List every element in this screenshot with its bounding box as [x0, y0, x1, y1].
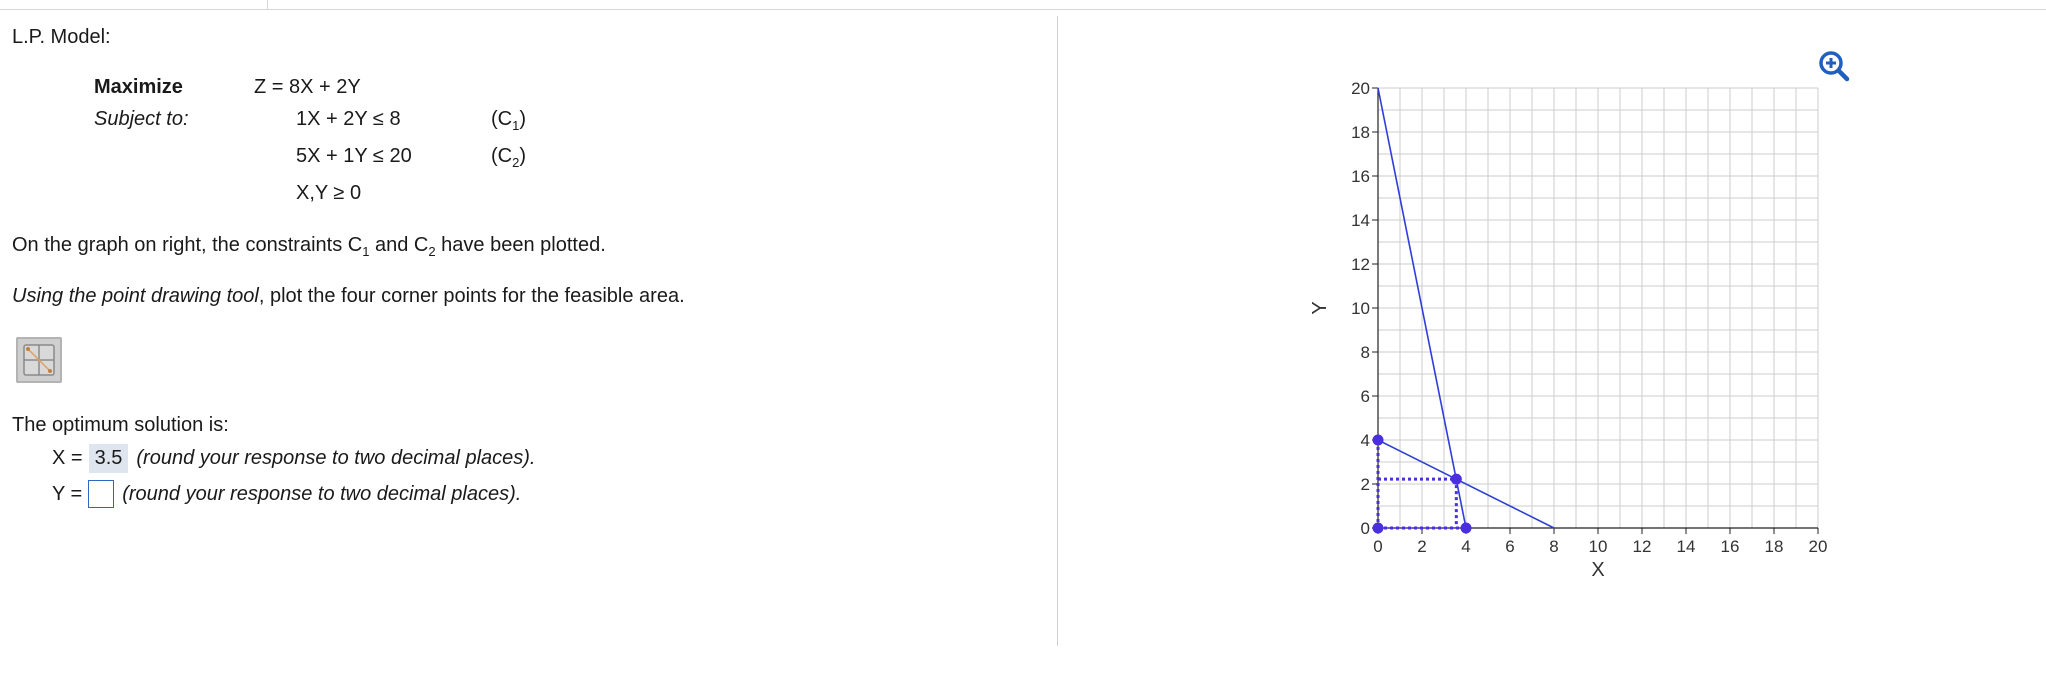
answer-row-x: X = 3.5 (round your response to two deci… [52, 444, 535, 473]
instruction-text: have been plotted. [435, 234, 606, 256]
instruction-text: , plot the four corner points for the fe… [258, 285, 685, 307]
instruction-constraints: On the graph on right, the constraints C… [12, 234, 606, 259]
constraint-tag-close: ) [519, 145, 527, 167]
maximize-label: Maximize [94, 76, 183, 98]
objective-function: Z = 8X + 2Y [254, 76, 361, 98]
zoom-in-button[interactable] [1818, 50, 1850, 82]
x-tick-label: 6 [1505, 537, 1514, 556]
point-drawing-tool-button[interactable] [16, 337, 62, 383]
answer-row-y: Y = (round your response to two decimal … [52, 480, 521, 508]
y-tick-label: 6 [1361, 387, 1370, 406]
y-tick-label: 12 [1351, 255, 1370, 274]
lp-model: Maximize Subject to: Z = 8X + 2Y 1X + 2Y… [94, 76, 594, 216]
x-tick-label: 18 [1765, 537, 1784, 556]
subject-to-label: Subject to: [94, 108, 189, 130]
y-label: Y = [52, 482, 83, 505]
optimum-intro: The optimum solution is: [12, 414, 229, 436]
nonnegativity-constraint: X,Y ≥ 0 [296, 182, 362, 204]
x-tick-label: 8 [1549, 537, 1558, 556]
x-axis-label: X [1591, 559, 1604, 581]
model-heading: L.P. Model: [12, 26, 111, 48]
y-tick-label: 2 [1361, 475, 1370, 494]
y-tick-label: 20 [1351, 79, 1370, 98]
corner-point[interactable] [1450, 473, 1462, 485]
x-label: X = [52, 447, 83, 469]
constraint-tag-letter: (C [491, 145, 513, 167]
lp-graph[interactable]: 0 2 4 6 8 10 12 14 16 18 20 0 2 4 6 8 10 12 14 16 18 20 X Y [1310, 60, 1850, 600]
x-answer-field[interactable]: 3.5 [88, 444, 129, 473]
constraint-1-expr: 1X + 2Y ≤ 8 [296, 108, 401, 130]
y-answer-field[interactable] [88, 480, 115, 508]
instruction-text: On the graph on right, the constraints C [12, 234, 363, 256]
constraint-tag-letter: (C [491, 108, 513, 130]
y-tick-label: 14 [1351, 211, 1370, 230]
constraint-2-tag: (C2) [491, 145, 526, 170]
x-tick-label: 12 [1633, 537, 1652, 556]
y-tick-label: 18 [1351, 123, 1370, 142]
corner-point[interactable] [1460, 522, 1472, 534]
y-tick-label: 0 [1361, 519, 1370, 538]
point-drawing-tool-icon [23, 344, 55, 376]
y-tick-label: 16 [1351, 167, 1370, 186]
x-tick-label: 2 [1417, 537, 1426, 556]
top-bar [0, 0, 2046, 10]
x-tick-label: 4 [1461, 537, 1470, 556]
corner-point[interactable] [1372, 522, 1384, 534]
x-tick-label: 0 [1373, 537, 1382, 556]
instruction-plot: Using the point drawing tool, plot the f… [12, 285, 685, 308]
constraint-tag-close: ) [519, 108, 527, 130]
x-rounding-note: (round your response to two decimal plac… [136, 447, 536, 469]
subscript: 2 [428, 244, 436, 259]
constraint-1-tag: (C1) [491, 108, 526, 133]
top-bar-divider [267, 0, 268, 9]
zoom-in-icon [1819, 51, 1850, 82]
x-tick-label: 10 [1589, 537, 1608, 556]
y-tick-label: 10 [1351, 299, 1370, 318]
y-tick-label: 8 [1361, 343, 1370, 362]
panel-divider [1057, 16, 1058, 646]
y-tick-label: 4 [1361, 431, 1370, 450]
x-tick-label: 16 [1721, 537, 1740, 556]
x-tick-label: 20 [1809, 537, 1828, 556]
y-axis-label: Y [1310, 301, 1331, 314]
constraint-2-expr: 5X + 1Y ≤ 20 [296, 145, 412, 167]
instruction-emphasis: Using the point drawing tool [12, 285, 259, 307]
x-tick-label: 14 [1677, 537, 1696, 556]
corner-point[interactable] [1372, 434, 1384, 446]
y-rounding-note: (round your response to two decimal plac… [122, 482, 522, 505]
instruction-text: and C [369, 234, 429, 256]
